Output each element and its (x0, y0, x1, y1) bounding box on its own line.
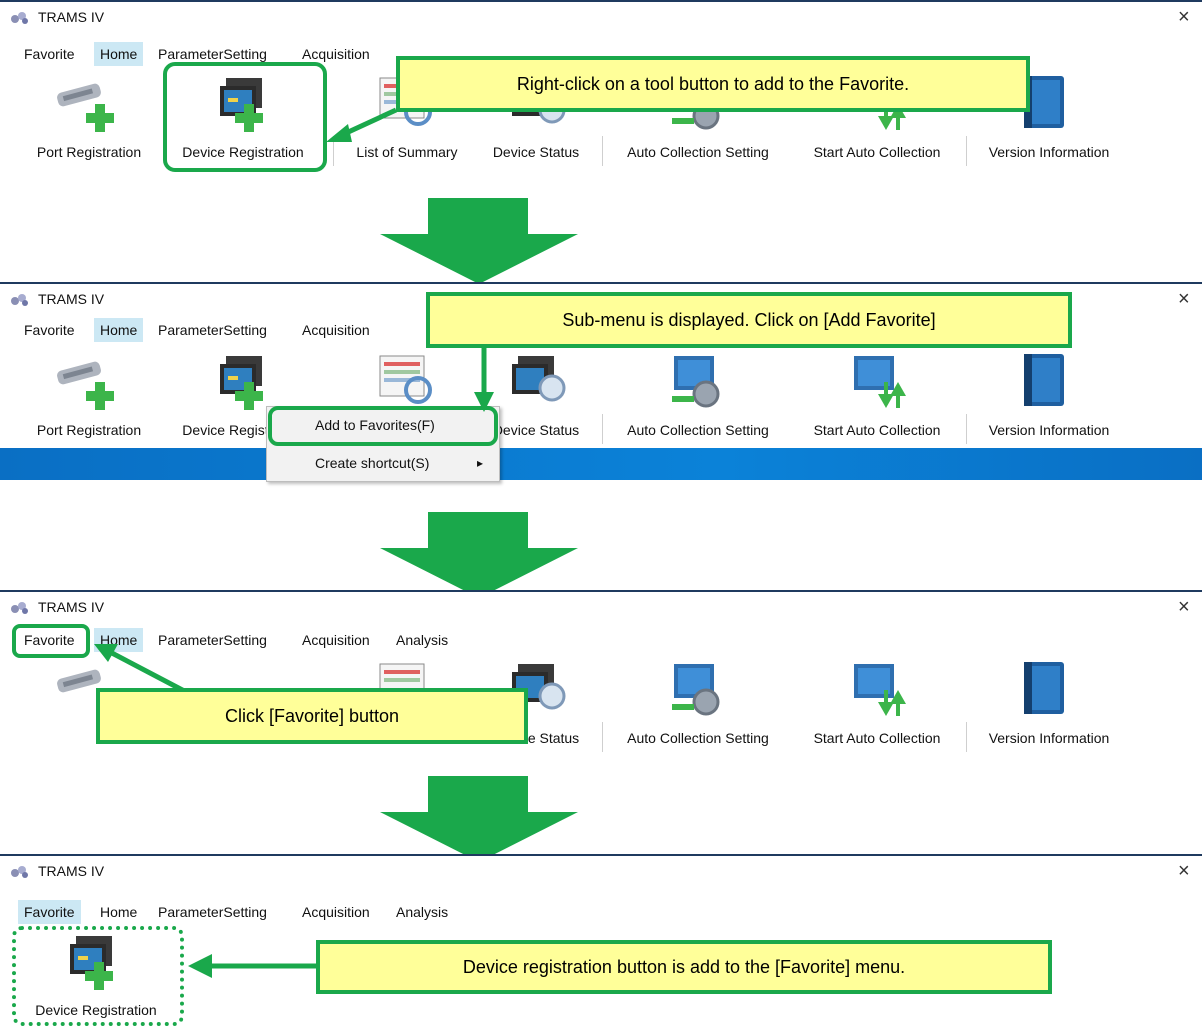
ribbon-separator (966, 414, 967, 444)
menu-home[interactable]: Home (94, 318, 144, 342)
down-arrow-1 (380, 198, 578, 284)
list-of-summary-icon (379, 355, 432, 404)
auto-collection-setting-icon (672, 356, 720, 408)
submenu-arrow-icon: ▸ (477, 456, 484, 470)
device-status-icon (512, 356, 566, 402)
ribbon-separator (602, 414, 603, 444)
down-arrow-2 (380, 512, 578, 598)
ribbon-toolbar: Port Registration Device Registration De… (0, 346, 1202, 446)
version-information-label: Version Information (988, 422, 1110, 438)
panel-step-4: TRAMS IV × Favorite Home ParameterSettin… (0, 854, 1202, 1026)
step3-callout-text: Click [Favorite] button (224, 706, 400, 726)
menu-favorite[interactable]: Favorite (18, 318, 81, 342)
close-icon[interactable]: × (1178, 287, 1190, 311)
auto-collection-setting-label: Auto Collection Setting (627, 422, 769, 438)
step4-callout-text: Device registration button is add to the… (462, 957, 906, 977)
start-auto-collection-icon (854, 356, 906, 408)
menu-parametersetting[interactable]: ParameterSetting (152, 318, 273, 342)
window-title: TRAMS IV (38, 291, 105, 307)
panel-step-2: TRAMS IV × Favorite Home ParameterSettin… (0, 282, 1202, 482)
version-information-icon (1024, 354, 1064, 406)
add-to-favorites-highlight (268, 406, 498, 446)
port-registration-button[interactable]: Port Registration (22, 346, 156, 446)
panel-step-1: TRAMS IV × Favorite Home ParameterSettin… (0, 0, 1202, 180)
create-shortcut-label: Create shortcut(S) (315, 455, 430, 471)
menu-acquisition[interactable]: Acquisition (296, 318, 376, 342)
pointer-arrow (326, 107, 398, 142)
down-arrow-3 (380, 776, 578, 862)
port-registration-label: Port Registration (36, 422, 142, 438)
step4-callout: Device registration button is add to the… (316, 940, 1052, 994)
create-shortcut-menu-item[interactable]: Create shortcut(S) ▸ (267, 445, 499, 481)
version-information-button[interactable]: Version Information (972, 346, 1126, 446)
step2-callout: Sub-menu is displayed. Click on [Add Fav… (426, 292, 1072, 348)
device-registration-icon (220, 356, 263, 410)
step3-callout: Click [Favorite] button (96, 688, 528, 744)
step2-callout-text: Sub-menu is displayed. Click on [Add Fav… (562, 310, 936, 330)
app-logo-icon (11, 294, 28, 306)
auto-collection-setting-button[interactable]: Auto Collection Setting (610, 346, 786, 446)
start-auto-collection-button[interactable]: Start Auto Collection (796, 346, 958, 446)
desktop-background-strip (0, 448, 1202, 480)
start-auto-collection-label: Start Auto Collection (813, 422, 941, 438)
port-registration-icon (57, 361, 114, 410)
panel-step-3: TRAMS IV × Favorite Home ParameterSettin… (0, 590, 1202, 752)
